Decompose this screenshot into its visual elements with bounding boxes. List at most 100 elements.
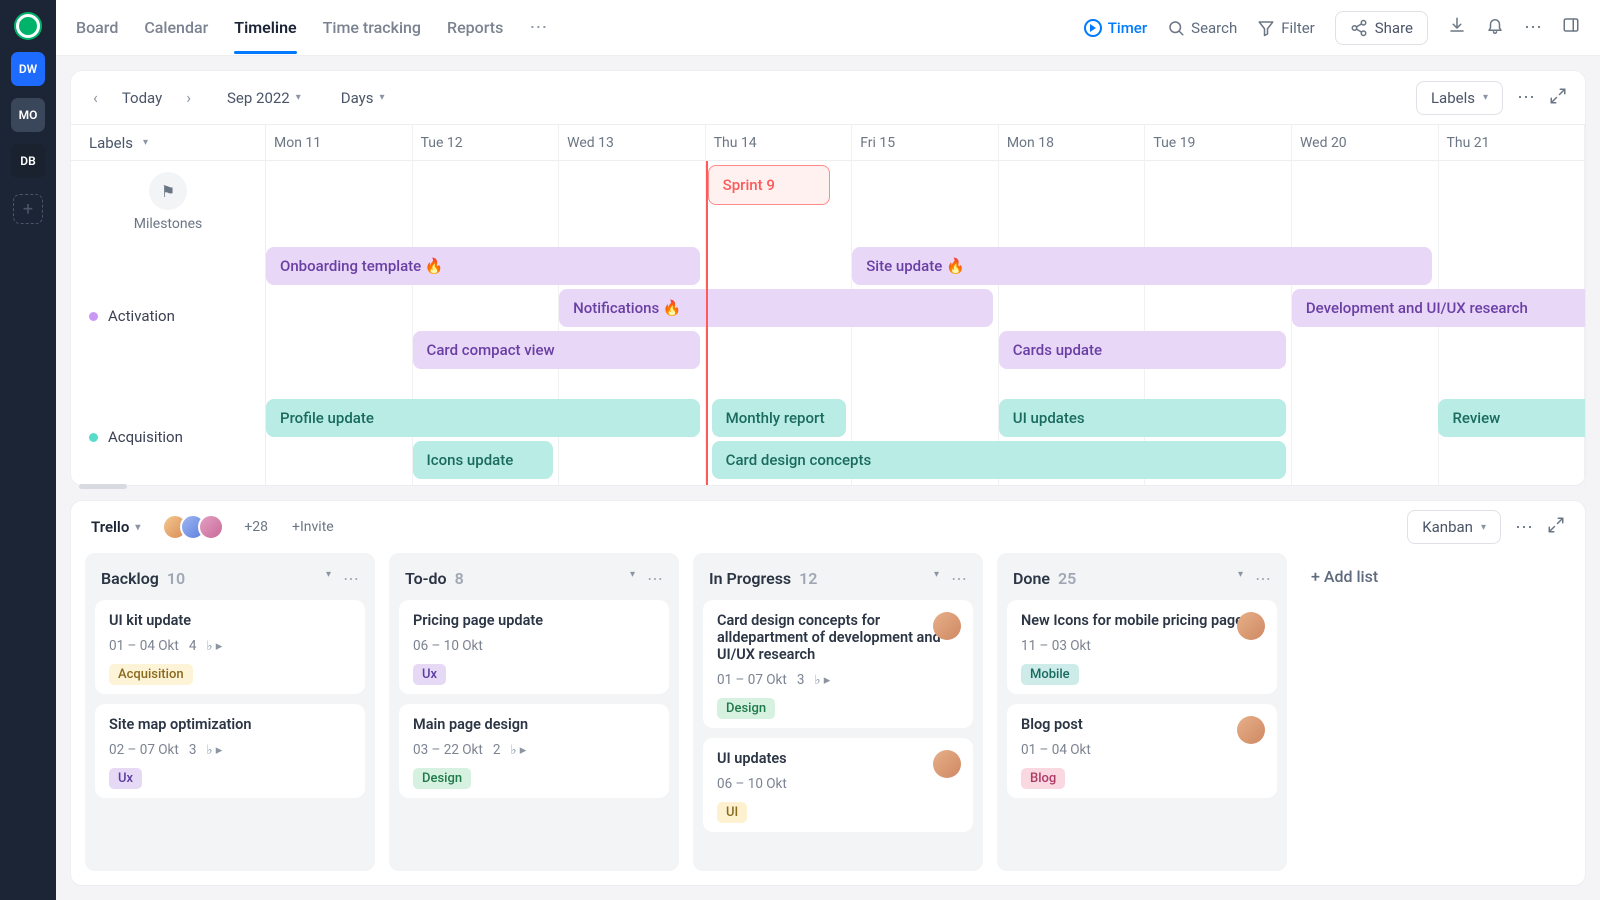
- kanban-card[interactable]: UI kit update 01 – 04 Okt4♭ ▸ Acquisitio…: [95, 600, 365, 694]
- tab-reports[interactable]: Reports: [447, 2, 503, 53]
- timeline-prev-button[interactable]: ‹: [89, 84, 102, 111]
- column-more-icon[interactable]: ⋯: [647, 569, 663, 588]
- column-header: In Progress 12 ▾⋯: [703, 563, 973, 590]
- kanban-card[interactable]: Site map optimization 02 – 07 Okt3♭ ▸ Ux: [95, 704, 365, 798]
- chevron-down-icon: ▾: [1481, 522, 1486, 533]
- timeline-grid[interactable]: Mon 11Tue 12Wed 13Thu 14Fri 15Mon 18Tue …: [266, 125, 1585, 485]
- timeline-next-button[interactable]: ›: [182, 84, 195, 111]
- chevron-down-icon[interactable]: ▾: [1238, 569, 1243, 588]
- labels-dropdown[interactable]: Labels▾: [1416, 81, 1503, 115]
- share-icon: [1350, 19, 1368, 37]
- milestones-lane: Sprint 9: [266, 161, 1585, 243]
- card-title: Blog post: [1021, 716, 1263, 733]
- chevron-down-icon: ▾: [296, 92, 301, 103]
- column-title: To-do: [405, 569, 447, 588]
- panel-toggle-icon[interactable]: [1562, 16, 1580, 39]
- timeline-bar[interactable]: Card design concepts: [712, 441, 1286, 479]
- tab-timeline[interactable]: Timeline: [234, 2, 296, 53]
- members-count[interactable]: +28: [244, 519, 268, 535]
- timeline-bar[interactable]: UI updates: [999, 399, 1286, 437]
- card-dates: 06 – 10 Okt: [413, 638, 483, 654]
- kanban-card[interactable]: New Icons for mobile pricing page 11 – 0…: [1007, 600, 1277, 694]
- flag-icon: ⚑: [149, 172, 187, 210]
- workspace-sidebar: DW MO DB +: [0, 0, 56, 900]
- tab-board[interactable]: Board: [76, 2, 118, 53]
- add-list-button[interactable]: + Add list: [1301, 553, 1388, 871]
- lane-dot-icon: [89, 312, 98, 321]
- timeline-bar[interactable]: Cards update: [999, 331, 1286, 369]
- scale-selector[interactable]: Days▾: [341, 89, 385, 107]
- kanban-card[interactable]: Card design concepts for alldepartment o…: [703, 600, 973, 728]
- timeline-more-icon[interactable]: ⋯: [1517, 87, 1535, 108]
- timeline-bar[interactable]: Card compact view: [413, 331, 700, 369]
- tag-ui: UI: [717, 802, 747, 823]
- timeline-panel: ‹ Today › Sep 2022▾ Days▾ Labels▾ ⋯ Labe…: [70, 70, 1586, 486]
- chevron-down-icon[interactable]: ▾: [143, 137, 148, 148]
- timeline-bar[interactable]: Monthly report: [712, 399, 847, 437]
- timeline-body: Labels▾ ⚑ Milestones Activation Acquisit…: [71, 125, 1585, 485]
- workspace-badge[interactable]: MO: [11, 98, 45, 132]
- chevron-down-icon[interactable]: ▾: [630, 569, 635, 588]
- tab-time-tracking[interactable]: Time tracking: [323, 2, 421, 53]
- timeline-bar[interactable]: Development and UI/UX research: [1292, 289, 1585, 327]
- kanban-card[interactable]: Main page design 03 – 22 Okt2♭ ▸ Design: [399, 704, 669, 798]
- chevron-down-icon: ▾: [135, 522, 140, 533]
- chevron-down-icon: ▾: [1483, 92, 1488, 103]
- card-dates: 02 – 07 Okt: [109, 742, 179, 758]
- search-icon: [1167, 19, 1185, 37]
- search-button[interactable]: Search: [1167, 19, 1237, 37]
- member-avatars[interactable]: [162, 514, 224, 540]
- card-title: Pricing page update: [413, 612, 655, 629]
- column-header: Backlog 10 ▾⋯: [95, 563, 365, 590]
- expand-icon[interactable]: [1549, 87, 1567, 109]
- kanban-card[interactable]: Blog post 01 – 04 Okt Blog: [1007, 704, 1277, 798]
- labels-heading: Labels: [89, 134, 133, 152]
- board-title[interactable]: Trello▾: [91, 518, 140, 536]
- subtask-icon: ♭ ▸: [814, 673, 830, 688]
- today-button[interactable]: Today: [122, 89, 162, 107]
- tab-calendar[interactable]: Calendar: [144, 2, 208, 53]
- tag-ux: Ux: [109, 768, 142, 789]
- filter-button[interactable]: Filter: [1257, 19, 1315, 37]
- download-icon[interactable]: [1448, 16, 1466, 39]
- add-workspace-button[interactable]: +: [13, 194, 43, 224]
- share-button[interactable]: Share: [1335, 11, 1428, 45]
- assignee-avatar: [933, 750, 961, 778]
- chevron-down-icon[interactable]: ▾: [326, 569, 331, 588]
- chevron-down-icon[interactable]: ▾: [934, 569, 939, 588]
- notifications-icon[interactable]: [1486, 16, 1504, 39]
- expand-icon[interactable]: [1547, 516, 1565, 538]
- column-header: To-do 8 ▾⋯: [399, 563, 669, 590]
- subtask-icon: ♭ ▸: [206, 639, 222, 654]
- month-selector[interactable]: Sep 2022▾: [227, 89, 301, 107]
- play-icon: [1084, 19, 1102, 37]
- column-header: Done 25 ▾⋯: [1007, 563, 1277, 590]
- more-icon[interactable]: ⋯: [1524, 17, 1542, 38]
- tabs-overflow-icon[interactable]: ⋯: [529, 17, 547, 38]
- card-dates: 01 – 04 Okt: [109, 638, 179, 654]
- subtask-count: 2: [493, 742, 501, 758]
- subtask-icon: ♭ ▸: [206, 743, 222, 758]
- timeline-bar[interactable]: Profile update: [266, 399, 700, 437]
- timeline-bar[interactable]: Site update 🔥: [852, 247, 1432, 285]
- kanban-card[interactable]: Pricing page update 06 – 10 Okt Ux: [399, 600, 669, 694]
- column-more-icon[interactable]: ⋯: [951, 569, 967, 588]
- app-logo[interactable]: [14, 12, 42, 40]
- milestone-sprint[interactable]: Sprint 9: [708, 165, 830, 205]
- timeline-bar[interactable]: Notifications 🔥: [559, 289, 993, 327]
- column-title: Done: [1013, 569, 1050, 588]
- invite-button[interactable]: +Invite: [292, 519, 334, 535]
- view-selector[interactable]: Kanban▾: [1407, 510, 1501, 544]
- workspace-badge[interactable]: DB: [11, 144, 45, 178]
- kanban-card[interactable]: UI updates 06 – 10 Okt UI: [703, 738, 973, 832]
- timer-button[interactable]: Timer: [1084, 19, 1147, 37]
- kanban-panel: Trello▾ +28 +Invite Kanban▾ ⋯ Backlog 10…: [70, 500, 1586, 886]
- column-count: 10: [167, 569, 185, 588]
- workspace-badge[interactable]: DW: [11, 52, 45, 86]
- kanban-more-icon[interactable]: ⋯: [1515, 517, 1533, 538]
- column-more-icon[interactable]: ⋯: [343, 569, 359, 588]
- column-more-icon[interactable]: ⋯: [1255, 569, 1271, 588]
- timeline-bar[interactable]: Onboarding template 🔥: [266, 247, 700, 285]
- timeline-bar[interactable]: Icons update: [413, 441, 554, 479]
- timeline-bar[interactable]: Review: [1438, 399, 1585, 437]
